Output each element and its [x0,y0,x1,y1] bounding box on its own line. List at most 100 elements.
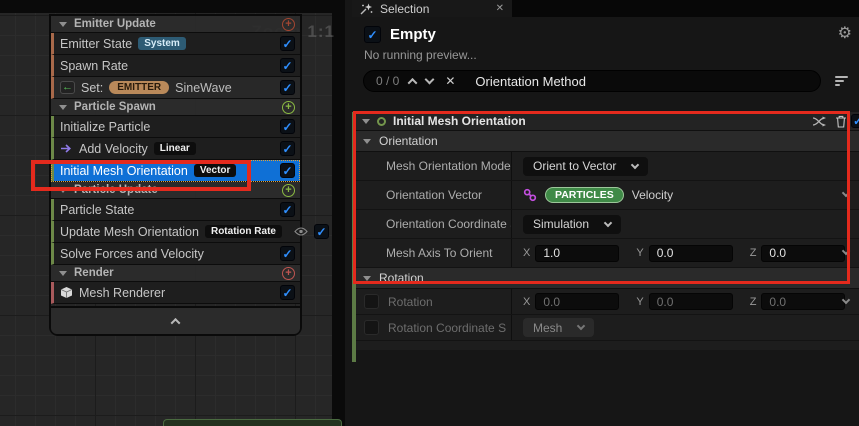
comment-box-edge [163,419,342,426]
chevron-down-icon [631,160,639,168]
stack-collapse-footer[interactable] [51,306,300,334]
stack-module-spawn-rate[interactable]: Spawn Rate ✓ [51,55,300,77]
category-row-rotation[interactable]: Rotation [356,268,859,289]
stack-header-particle-spawn[interactable]: Particle Spawn + [51,99,300,116]
check-mark: ✓ [282,82,292,94]
stack-header-particle-update[interactable]: Particle Update+ [51,182,300,199]
vector-value: 0.0 [657,295,674,309]
stack-module-solve-forces-and-velocity[interactable]: Solve Forces and Velocity✓ [51,243,300,265]
collapse-triangle-icon [363,276,371,281]
search-row: 0 / 0 ✕ Orientation Method [363,70,848,92]
stack-module-label: Particle State [60,203,134,217]
stack-header-label: Particle Spawn [74,101,275,113]
property-row-rotation-coordinate-s: Rotation Coordinate S Mesh [356,315,859,341]
stack-header-render[interactable]: Render + [51,265,300,282]
vector-y-input[interactable]: 0.0 [649,293,733,310]
tab-close-icon[interactable]: ✕ [496,3,504,14]
dropdown-simulation[interactable]: Simulation [523,215,621,234]
property-override-checkbox[interactable] [364,320,379,335]
module-enabled-checkbox[interactable]: ✓ [851,114,859,129]
axis-y: Y0.0 [636,293,732,310]
property-label: Orientation Coordinate Sp [386,217,512,231]
stack-header-label: Render [74,267,275,279]
chevron-down-icon[interactable] [842,189,850,197]
property-row-mesh-orientation-mode: Mesh Orientation Mode Orient to Vector [356,152,859,181]
trash-icon[interactable] [835,115,847,128]
property-row-mesh-axis-to-orient: Mesh Axis To OrientX1.0Y0.0Z0.0 [356,239,859,268]
stack-module-initialize-particle[interactable]: Initialize Particle✓ [51,116,300,138]
emitter-enabled-checkbox[interactable]: ✓ [364,26,381,43]
graph-viewport: Zoom 1:1 Emitter Update+Emitter StateSys… [0,0,345,426]
add-module-icon[interactable]: + [282,101,295,114]
add-module-icon[interactable]: + [282,267,295,280]
search-input[interactable]: 0 / 0 ✕ Orientation Method [363,70,821,92]
vector-y-input[interactable]: 0.0 [649,245,733,262]
collapse-triangle-icon[interactable] [362,119,370,124]
axis-letter: X [523,296,530,308]
search-clear-icon[interactable]: ✕ [445,74,455,88]
stack-module-value: SineWave [175,81,232,95]
stack-header-emitter-update[interactable]: Emitter Update + [51,16,300,33]
stack-module-mesh-renderer[interactable]: Mesh Renderer✓ [51,282,300,304]
stack-module-label: Spawn Rate [60,59,128,73]
vector-x-input[interactable]: 1.0 [535,245,619,262]
chevron-down-icon [604,218,612,226]
wand-sparkle-icon [360,3,373,15]
stack-module-initial-mesh-orientation[interactable]: Initial Mesh OrientationVector✓ [51,160,300,182]
add-module-icon[interactable]: + [282,184,295,197]
stack-module-add-velocity[interactable]: Add VelocityLinear✓ [51,138,300,160]
module-details: Initial Mesh Orientation ✓ Orientation Me… [352,112,859,350]
property-override-checkbox[interactable] [364,294,379,309]
property-value-cell: X0.0Y0.0Z0.0 [512,289,859,314]
module-enabled-checkbox[interactable]: ✓ [280,80,295,95]
stack-header-label: Emitter Update [74,18,275,30]
add-module-icon[interactable]: + [282,18,295,31]
property-row-orientation-coordinate-sp: Orientation Coordinate Sp Simulation [356,210,859,239]
preview-status-text: No running preview... [364,48,847,62]
tab-selection[interactable]: Selection ✕ [352,0,512,17]
module-enabled-checkbox[interactable]: ✓ [280,285,295,300]
stack-module-particle-state[interactable]: Particle State ✓ [51,199,300,221]
module-enabled-checkbox[interactable]: ✓ [280,163,295,178]
search-next-icon[interactable] [425,75,435,85]
search-prev-icon[interactable] [408,77,418,87]
module-enabled-checkbox[interactable]: ✓ [280,141,295,156]
vector-z-input[interactable]: 0.0 [761,245,845,262]
module-enabled-checkbox[interactable]: ✓ [280,119,295,134]
vector-value: 0.0 [657,246,674,260]
velocity-arrow-icon [60,143,73,154]
gear-icon[interactable]: ⚙ [838,26,852,42]
panel-tab-bar: Selection ✕ [352,0,859,17]
module-enabled-checkbox[interactable]: ✓ [314,224,329,239]
niagara-editor-window: Zoom 1:1 Emitter Update+Emitter StateSys… [0,0,859,426]
module-details-header[interactable]: Initial Mesh Orientation ✓ [356,112,859,131]
category-row-orientation[interactable]: Orientation [356,131,859,152]
vector-value: 0.0 [769,295,786,309]
property-value-cell: X1.0Y0.0Z0.0 [512,239,859,267]
module-enabled-checkbox[interactable]: ✓ [280,246,295,261]
filter-icon[interactable] [835,76,848,86]
axis-z: Z0.0 [750,293,846,310]
property-row-rotation: RotationX0.0Y0.0Z0.0 [356,289,859,315]
module-enabled-checkbox[interactable]: ✓ [280,58,295,73]
panel-header: ✓ Empty ⚙ No running preview... [352,17,859,62]
module-enabled-checkbox[interactable]: ✓ [280,36,295,51]
selection-panel: Selection ✕ ✓ Empty ⚙ No running preview… [352,0,859,426]
dropdown-orient-to-vector[interactable]: Orient to Vector [523,157,648,176]
vector-x-input[interactable]: 0.0 [535,293,619,310]
vector-z-input[interactable]: 0.0 [761,293,845,310]
stack-module-emitter-state[interactable]: Emitter StateSystem✓ [51,33,300,55]
stack-module-set[interactable]: ←Set:EMITTERSineWave✓ [51,77,300,99]
axis-y: Y0.0 [636,245,732,262]
category-label: Orientation [379,134,438,148]
shuffle-versions-icon[interactable] [812,116,827,127]
stack-module-update-mesh-orientation[interactable]: Update Mesh OrientationRotation Rate✓ [51,221,300,243]
module-enabled-checkbox[interactable]: ✓ [280,202,295,217]
property-value-cell: Mesh [512,315,859,340]
eye-icon [294,227,308,236]
parameter-value: Velocity [632,188,673,202]
property-label: Rotation [388,295,433,309]
property-label: Mesh Orientation Mode [386,159,511,173]
property-label: Rotation Coordinate S [388,321,506,335]
dropdown-mesh[interactable]: Mesh [523,318,594,337]
